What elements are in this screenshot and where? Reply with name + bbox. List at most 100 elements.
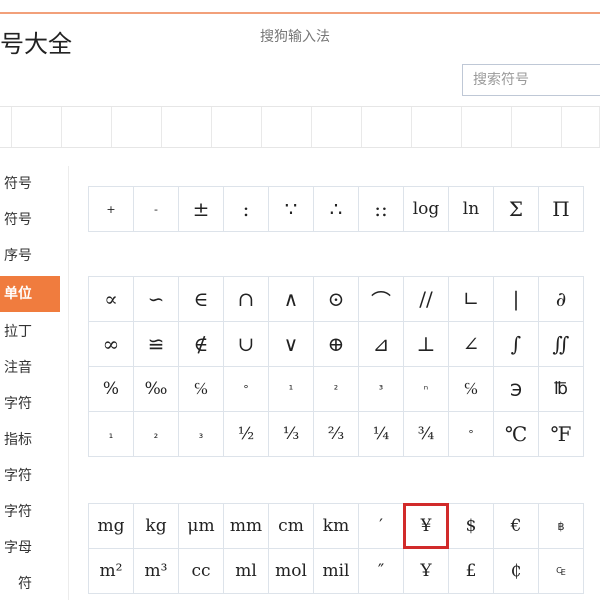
symbol-cell[interactable]: - xyxy=(133,186,179,232)
search-box[interactable] xyxy=(462,64,600,96)
symbol-cell[interactable]: ∟ xyxy=(448,276,494,322)
symbol-cell[interactable]: ℃ xyxy=(493,411,539,457)
symbol-cell[interactable]: ∧ xyxy=(268,276,314,322)
symbol-cell[interactable]: ⅓ xyxy=(268,411,314,457)
symbol-cell[interactable]: ⁿ xyxy=(403,366,449,412)
symbol-cell[interactable]: ℅ xyxy=(178,366,224,412)
symbol-cell[interactable]: ⅔ xyxy=(313,411,359,457)
symbol-cell[interactable]: ∵ xyxy=(268,186,314,232)
sidebar-item[interactable]: 符 xyxy=(0,566,60,600)
symbol-cell[interactable]: ∝ xyxy=(88,276,134,322)
sidebar-item[interactable]: 字符 xyxy=(0,386,60,422)
symbol-cell[interactable]: ₵ xyxy=(493,548,539,594)
symbol-cell[interactable]: km xyxy=(313,503,359,549)
sidebar-item[interactable]: 拉丁 xyxy=(0,314,60,350)
tab-cell[interactable] xyxy=(312,107,362,147)
symbol-cell[interactable]: ml xyxy=(223,548,269,594)
symbol-cell[interactable]: : xyxy=(223,186,269,232)
symbol-cell[interactable]: ∴ xyxy=(313,186,359,232)
symbol-cell[interactable]: ″ xyxy=(358,548,404,594)
tab-cell[interactable] xyxy=(362,107,412,147)
symbol-cell[interactable]: ∞ xyxy=(88,321,134,367)
symbol-cell[interactable]: € xyxy=(493,503,539,549)
symbol-cell[interactable]: ⊕ xyxy=(313,321,359,367)
symbol-cell[interactable]: + xyxy=(88,186,134,232)
symbol-cell[interactable]: ℅ xyxy=(448,366,494,412)
sidebar-item[interactable]: 字符 xyxy=(0,494,60,530)
symbol-cell[interactable]: ‰ xyxy=(133,366,179,412)
symbol-cell[interactable]: ∬ xyxy=(538,321,584,367)
symbol-cell[interactable]: ½ xyxy=(223,411,269,457)
symbol-cell[interactable]: ln xyxy=(448,186,494,232)
symbol-cell[interactable]: ² xyxy=(313,366,359,412)
symbol-cell[interactable]: ∽ xyxy=(133,276,179,322)
sidebar-item[interactable]: 字符 xyxy=(0,458,60,494)
tab-cell[interactable] xyxy=(462,107,512,147)
symbol-cell[interactable]: ₠ xyxy=(538,548,584,594)
tab-cell[interactable] xyxy=(62,107,112,147)
symbol-cell[interactable]: ° xyxy=(223,366,269,412)
tab-cell[interactable] xyxy=(162,107,212,147)
symbol-cell[interactable]: ° xyxy=(448,411,494,457)
symbol-cell[interactable]: £ xyxy=(448,548,494,594)
symbol-cell[interactable]: ∂ xyxy=(538,276,584,322)
symbol-cell[interactable]: ⊥ xyxy=(403,321,449,367)
symbol-cell[interactable]: Ұ xyxy=(403,548,449,594)
symbol-cell[interactable]: cc xyxy=(178,548,224,594)
search-input[interactable] xyxy=(463,65,600,95)
symbol-cell[interactable]: Σ xyxy=(493,186,539,232)
symbol-cell[interactable]: mm xyxy=(223,503,269,549)
symbol-cell[interactable]: ′ xyxy=(358,503,404,549)
symbol-cell[interactable]: ⊙ xyxy=(313,276,359,322)
symbol-cell[interactable]: ℉ xyxy=(538,411,584,457)
symbol-cell[interactable]: ฿ xyxy=(538,503,584,549)
symbol-cell[interactable]: ¾ xyxy=(403,411,449,457)
tab-cell[interactable] xyxy=(412,107,462,147)
symbol-cell[interactable]: kg xyxy=(133,503,179,549)
symbol-cell[interactable]: ± xyxy=(178,186,224,232)
symbol-cell[interactable]: ⌒ xyxy=(358,276,404,322)
sidebar-item[interactable]: 指标 xyxy=(0,422,60,458)
symbol-cell[interactable]: ∠ xyxy=(448,321,494,367)
sidebar-item-units[interactable]: 单位 xyxy=(0,276,60,312)
symbol-cell[interactable]: :: xyxy=(358,186,404,232)
symbol-cell[interactable]: ³ xyxy=(358,366,404,412)
symbol-cell[interactable]: ∫ xyxy=(493,321,539,367)
symbol-cell[interactable]: ¼ xyxy=(358,411,404,457)
tab-cell[interactable] xyxy=(212,107,262,147)
tab-cell[interactable] xyxy=(0,107,12,147)
symbol-cell[interactable]: // xyxy=(403,276,449,322)
tab-cell[interactable] xyxy=(562,107,600,147)
symbol-cell[interactable]: | xyxy=(493,276,539,322)
sidebar-item[interactable]: 序号 xyxy=(0,238,60,274)
symbol-cell[interactable]: ₁ xyxy=(88,411,134,457)
symbol-cell[interactable]: ∪ xyxy=(223,321,269,367)
tab-cell[interactable] xyxy=(262,107,312,147)
symbol-cell[interactable]: ∈ xyxy=(178,276,224,322)
tab-cell[interactable] xyxy=(112,107,162,147)
symbol-cell[interactable]: Π xyxy=(538,186,584,232)
symbol-cell[interactable]: ₂ xyxy=(133,411,179,457)
symbol-cell[interactable]: ℔ xyxy=(538,366,584,412)
symbol-cell[interactable]: ¹ xyxy=(268,366,314,412)
symbol-cell[interactable]: mil xyxy=(313,548,359,594)
symbol-cell[interactable]: ∉ xyxy=(178,321,224,367)
symbol-cell[interactable]: ∩ xyxy=(223,276,269,322)
symbol-cell-selected[interactable]: ¥ xyxy=(403,503,449,549)
symbol-cell[interactable]: mol xyxy=(268,548,314,594)
symbol-cell[interactable]: log xyxy=(403,186,449,232)
symbol-cell[interactable]: ⊿ xyxy=(358,321,404,367)
symbol-cell[interactable]: m³ xyxy=(133,548,179,594)
symbol-cell[interactable]: $ xyxy=(448,503,494,549)
sidebar-item[interactable]: 符号 xyxy=(0,202,60,238)
symbol-cell[interactable]: mg xyxy=(88,503,134,549)
symbol-cell[interactable]: ≌ xyxy=(133,321,179,367)
tab-cell[interactable] xyxy=(12,107,62,147)
symbol-cell[interactable]: ₃ xyxy=(178,411,224,457)
symbol-cell[interactable]: ℈ xyxy=(493,366,539,412)
symbol-cell[interactable]: μm xyxy=(178,503,224,549)
sidebar-item[interactable]: 注音 xyxy=(0,350,60,386)
sidebar-item[interactable]: 字母 xyxy=(0,530,60,566)
symbol-cell[interactable]: m² xyxy=(88,548,134,594)
symbol-cell[interactable]: cm xyxy=(268,503,314,549)
